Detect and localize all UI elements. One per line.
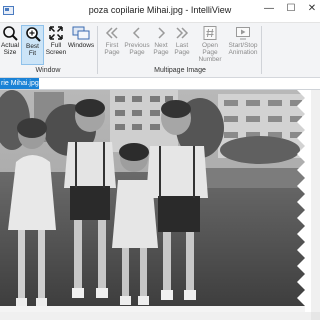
best-fit-button[interactable]: Best Fit	[21, 25, 44, 65]
first-page-label: First Page	[104, 42, 120, 56]
actual-size-label: Actual Size	[0, 42, 20, 56]
image-viewer[interactable]	[0, 90, 320, 320]
windows-icon	[72, 26, 90, 40]
zoom-fit-icon	[25, 27, 41, 42]
windows-label: Windows	[67, 42, 95, 49]
last-page-icon	[176, 27, 189, 39]
next-page-label: Next Page	[153, 42, 169, 56]
document-tab[interactable]: rie Mihai.jpg	[0, 78, 39, 89]
previous-page-label: Previous Page	[124, 42, 150, 56]
best-fit-label: Best Fit	[25, 43, 39, 57]
window-group-label: Window	[35, 67, 61, 74]
full-screen-button[interactable]: Full Screen	[45, 25, 67, 65]
last-page-button[interactable]: Last Page	[172, 25, 192, 65]
multipage-group-label: Multipage Image	[154, 67, 206, 74]
open-page-number-label: Open Page Number	[198, 42, 222, 63]
horizontal-scrollbar[interactable]	[0, 312, 311, 320]
start-stop-animation-button[interactable]: Start/Stop Animation	[227, 25, 259, 65]
group-divider	[97, 26, 98, 74]
group-divider	[261, 26, 262, 74]
scrollbar-corner	[311, 312, 320, 320]
full-screen-label: Full Screen	[45, 42, 67, 56]
previous-page-icon	[132, 27, 140, 39]
first-page-button[interactable]: First Page	[101, 25, 123, 65]
fullscreen-icon	[49, 26, 63, 40]
open-page-number-button[interactable]: Open Page Number	[194, 25, 226, 65]
start-stop-animation-label: Start/Stop Animation	[228, 42, 258, 56]
previous-page-button[interactable]: Previous Page	[124, 25, 150, 65]
search-icon	[3, 26, 18, 41]
ribbon-toolbar: Actual Size Best Fit Full Screen Windows…	[0, 23, 320, 78]
hash-icon	[203, 26, 217, 40]
last-page-label: Last Page	[174, 42, 190, 56]
animation-icon	[236, 27, 250, 40]
document-tab-bar: rie Mihai.jpg	[0, 78, 320, 90]
first-page-icon	[105, 27, 118, 39]
actual-size-button[interactable]: Actual Size	[0, 25, 20, 65]
windows-button[interactable]: Windows	[67, 25, 95, 65]
title-bar: poza copilarie Mihai.jpg - IntelliView —…	[0, 0, 320, 23]
next-page-button[interactable]: Next Page	[151, 25, 171, 65]
minimize-button[interactable]: —	[262, 0, 276, 20]
close-button[interactable]: ✕	[305, 0, 319, 20]
maximize-button[interactable]: ☐	[284, 0, 298, 20]
photo-icon	[0, 90, 305, 312]
next-page-icon	[158, 27, 166, 39]
vertical-scrollbar[interactable]	[311, 90, 320, 312]
